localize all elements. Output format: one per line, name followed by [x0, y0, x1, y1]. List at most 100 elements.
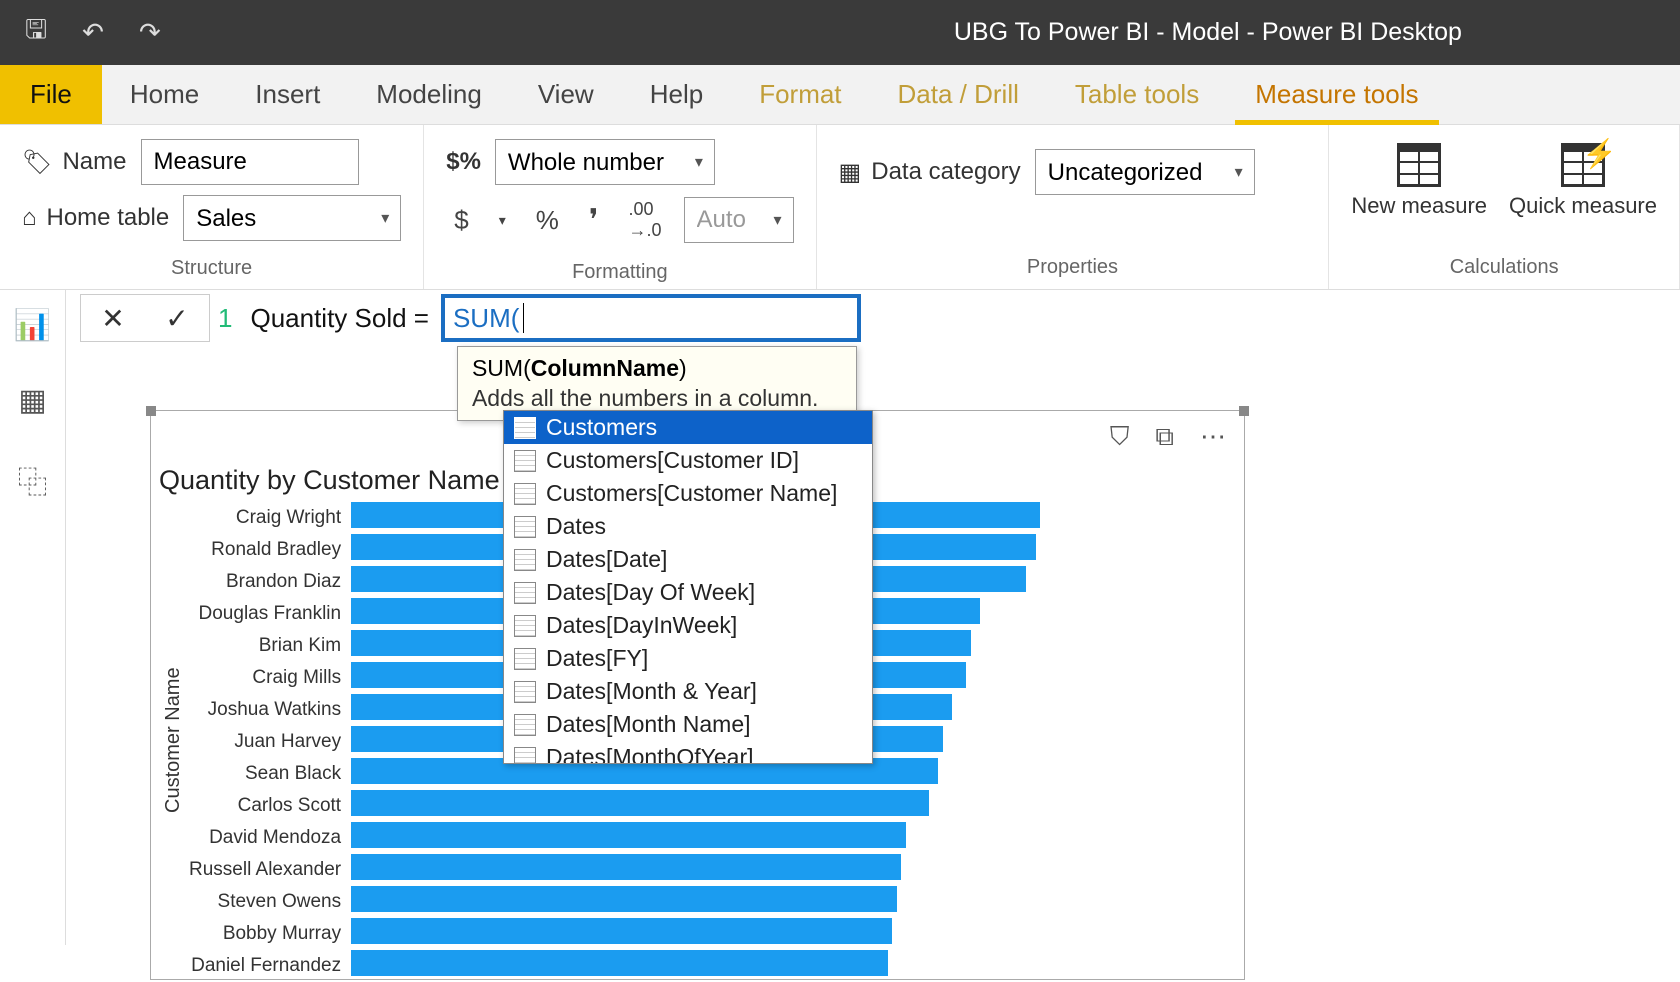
- home-table-select[interactable]: Sales: [183, 195, 401, 241]
- data-category-label: ▦ Data category: [839, 158, 1021, 187]
- formula-bar: ✕ ✓ 1 Quantity Sold = SUM( SUM(ColumnNam…: [80, 294, 861, 342]
- tab-measure-tools[interactable]: Measure tools: [1227, 65, 1446, 124]
- title-bar: 🖫 ↶ ↷ UBG To Power BI - Model - Power BI…: [0, 0, 1680, 65]
- table-icon: [514, 417, 536, 439]
- data-view-icon[interactable]: ▦: [18, 383, 46, 418]
- file-tab[interactable]: File: [0, 65, 102, 124]
- table-icon: [514, 516, 536, 538]
- tag-icon: 🏷: [22, 148, 52, 177]
- category-label: Carlos Scott: [189, 790, 341, 822]
- tab-insert[interactable]: Insert: [227, 65, 348, 124]
- measure-name-input[interactable]: [141, 139, 359, 185]
- decimal-places-input[interactable]: [684, 197, 794, 243]
- intellisense-item[interactable]: Dates: [504, 510, 872, 543]
- table-icon: [514, 549, 536, 571]
- focus-mode-icon[interactable]: ⧉: [1155, 421, 1174, 453]
- thousands-button[interactable]: ❜: [581, 199, 607, 242]
- view-switcher: 📊 ▦ ⿻: [0, 290, 66, 945]
- table-icon: [514, 483, 536, 505]
- undo-icon[interactable]: ↶: [82, 17, 104, 48]
- decimal-button[interactable]: .00→.0: [621, 195, 670, 245]
- category-label: Brian Kim: [189, 630, 341, 662]
- save-icon[interactable]: 🖫: [25, 11, 47, 55]
- name-label: 🏷 Name: [22, 148, 127, 177]
- data-type-select[interactable]: Whole number: [495, 139, 715, 185]
- table-icon: [514, 747, 536, 764]
- bar[interactable]: [351, 950, 888, 976]
- tab-home[interactable]: Home: [102, 65, 227, 124]
- group-title-properties: Properties: [839, 250, 1307, 285]
- data-category-select[interactable]: Uncategorized: [1035, 149, 1255, 195]
- category-label: Douglas Franklin: [189, 598, 341, 630]
- commit-formula-button[interactable]: ✓: [165, 302, 188, 335]
- resize-handle[interactable]: [1239, 406, 1249, 416]
- category-label: Sean Black: [189, 758, 341, 790]
- category-label: Craig Wright: [189, 502, 341, 534]
- ribbon-group-formatting: $% Whole number $ ▾ % ❜ .00→.0 Formattin…: [424, 125, 816, 289]
- formula-input[interactable]: SUM( SUM(ColumnName) Adds all the number…: [441, 294, 861, 342]
- formula-prefix[interactable]: Quantity Sold =: [250, 303, 429, 334]
- intellisense-item[interactable]: Dates[Month & Year]: [504, 675, 872, 708]
- lightning-icon: ⚡: [1582, 137, 1617, 170]
- tab-table-tools[interactable]: Table tools: [1047, 65, 1227, 124]
- ribbon-group-properties: ▦ Data category Uncategorized Properties: [817, 125, 1330, 289]
- redo-icon[interactable]: ↷: [139, 17, 161, 48]
- tab-view[interactable]: View: [510, 65, 622, 124]
- filter-icon[interactable]: ⛉: [1110, 421, 1130, 453]
- category-label: Ronald Bradley: [189, 534, 341, 566]
- intellisense-item[interactable]: Dates[Date]: [504, 543, 872, 576]
- content-area: 📊 ▦ ⿻ ✕ ✓ 1 Quantity Sold = SUM( SUM(Col…: [0, 290, 1680, 945]
- tab-help[interactable]: Help: [622, 65, 731, 124]
- category-label: Joshua Watkins: [189, 694, 341, 726]
- group-title-formatting: Formatting: [446, 255, 793, 290]
- group-title-structure: Structure: [22, 251, 401, 286]
- bar[interactable]: [351, 790, 929, 816]
- percent-button[interactable]: %: [528, 201, 567, 240]
- currency-button[interactable]: $: [446, 201, 476, 240]
- home-icon: ⌂: [22, 204, 37, 232]
- tab-modeling[interactable]: Modeling: [348, 65, 510, 124]
- bar[interactable]: [351, 886, 897, 912]
- intellisense-dropdown[interactable]: CustomersCustomers[Customer ID]Customers…: [503, 410, 873, 764]
- table-icon: [514, 648, 536, 670]
- new-measure-button[interactable]: New measure: [1351, 143, 1487, 219]
- quick-measure-button[interactable]: ⚡ Quick measure: [1509, 143, 1657, 219]
- table-icon: [514, 714, 536, 736]
- ribbon-body: 🏷 Name ⌂ Home table Sales Structure: [0, 125, 1680, 290]
- model-view-icon[interactable]: ⿻: [18, 458, 48, 502]
- home-table-label: ⌂ Home table: [22, 204, 169, 232]
- resize-handle[interactable]: [146, 406, 156, 416]
- intellisense-item[interactable]: Customers[Customer ID]: [504, 444, 872, 477]
- tab-data-drill[interactable]: Data / Drill: [870, 65, 1047, 124]
- bar[interactable]: [351, 822, 906, 848]
- table-icon: [514, 582, 536, 604]
- intellisense-item[interactable]: Dates[Month Name]: [504, 708, 872, 741]
- intellisense-item[interactable]: Customers[Customer Name]: [504, 477, 872, 510]
- currency-chevron-icon[interactable]: ▾: [491, 208, 514, 233]
- category-label: Russell Alexander: [189, 854, 341, 886]
- intellisense-item[interactable]: Dates[MonthOfYear]: [504, 741, 872, 763]
- category-label: Juan Harvey: [189, 726, 341, 758]
- window-title: UBG To Power BI - Model - Power BI Deskt…: [761, 18, 1655, 47]
- intellisense-item[interactable]: Dates[FY]: [504, 642, 872, 675]
- category-label: David Mendoza: [189, 822, 341, 854]
- category-icon: ▦: [839, 158, 862, 187]
- intellisense-item[interactable]: Dates[Day Of Week]: [504, 576, 872, 609]
- ribbon-group-structure: 🏷 Name ⌂ Home table Sales Structure: [0, 125, 424, 289]
- category-label: Bobby Murray: [189, 918, 341, 950]
- tab-format[interactable]: Format: [731, 65, 869, 124]
- text-cursor: [523, 303, 524, 333]
- cancel-formula-button[interactable]: ✕: [101, 302, 124, 335]
- category-label: Daniel Fernandez: [189, 950, 341, 982]
- intellisense-item[interactable]: Customers: [504, 411, 872, 444]
- bar[interactable]: [351, 854, 901, 880]
- report-view-icon[interactable]: 📊: [14, 308, 51, 343]
- intellisense-item[interactable]: Dates[DayInWeek]: [504, 609, 872, 642]
- ribbon-tabs: File Home Insert Modeling View Help Form…: [0, 65, 1680, 125]
- calculator-icon: [1397, 143, 1441, 187]
- bar[interactable]: [351, 918, 892, 944]
- more-options-icon[interactable]: ⋯: [1200, 421, 1226, 453]
- table-icon: [514, 681, 536, 703]
- y-axis-labels: Craig WrightRonald BradleyBrandon DiazDo…: [189, 502, 351, 982]
- table-icon: [514, 450, 536, 472]
